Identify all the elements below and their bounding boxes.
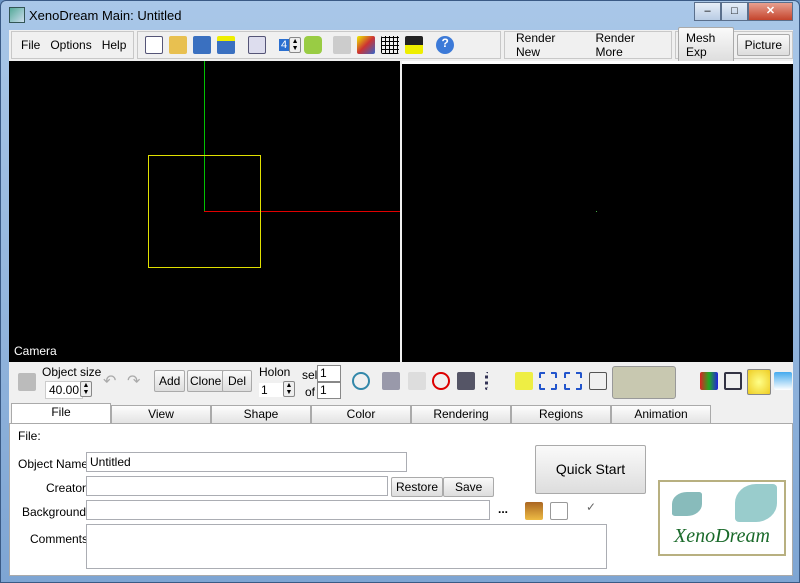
- object-size-spinner[interactable]: ▲ ▼: [80, 381, 92, 397]
- list-icon[interactable]: [485, 372, 503, 390]
- tab-bar: File View Shape Color Rendering Regions …: [9, 403, 793, 425]
- quick-start-button[interactable]: Quick Start: [535, 445, 646, 494]
- logo-text: XenoDream: [674, 525, 770, 547]
- unlink-icon[interactable]: [408, 372, 426, 390]
- menu-options[interactable]: Options: [50, 38, 91, 52]
- holon-spinner[interactable]: ▲ ▼: [283, 381, 295, 397]
- light-bulb-icon[interactable]: [747, 369, 771, 395]
- tab-animation[interactable]: Animation: [611, 405, 711, 424]
- comments-label: Comments: [30, 532, 89, 546]
- xenodream-logo: XenoDream: [658, 480, 786, 556]
- open-folder-icon[interactable]: [169, 36, 187, 54]
- close-button[interactable]: ✕: [748, 2, 793, 21]
- object-size-label: Object size: [42, 365, 102, 379]
- menu-file[interactable]: File: [21, 38, 40, 52]
- broom-icon[interactable]: [525, 502, 543, 520]
- tab-regions[interactable]: Regions: [511, 405, 611, 424]
- menu-help[interactable]: Help: [102, 38, 127, 52]
- comments-textarea[interactable]: [86, 524, 607, 569]
- camera-menu-icon[interactable]: [18, 373, 36, 391]
- checkmark-icon[interactable]: ✓: [586, 500, 596, 514]
- add-button[interactable]: Add: [154, 370, 186, 392]
- object-name-label: Object Name: [18, 457, 89, 471]
- tab-color[interactable]: Color: [311, 405, 411, 424]
- tab-rendering[interactable]: Rendering: [411, 405, 511, 424]
- delete-button[interactable]: Del: [222, 370, 253, 392]
- of-input[interactable]: 1: [317, 382, 341, 399]
- minimize-button[interactable]: ‒: [694, 2, 721, 21]
- holon-grid-panel[interactable]: [612, 366, 676, 399]
- mesh-export-button[interactable]: Mesh Exp: [678, 27, 734, 63]
- maximize-button[interactable]: □: [721, 2, 748, 21]
- palette-icon[interactable]: [405, 36, 424, 54]
- tab-shape[interactable]: Shape: [211, 405, 311, 424]
- copy-icon[interactable]: [248, 36, 266, 54]
- object-toolbar: Object size 40.00 ▲ ▼ ↶ ↷ Add Clone Del H…: [9, 363, 793, 401]
- show-toggle-icon[interactable]: [457, 372, 475, 390]
- select-icon[interactable]: [515, 372, 533, 390]
- render-more-button[interactable]: Render More: [588, 28, 667, 62]
- main-window: XenoDream Main: Untitled ‒ □ ✕ File Opti…: [0, 0, 800, 583]
- shapes-icon[interactable]: [357, 36, 376, 54]
- creator-input[interactable]: [86, 476, 388, 496]
- help-icon[interactable]: ?: [436, 36, 455, 54]
- background-image-icon[interactable]: [550, 502, 568, 520]
- object-size-input[interactable]: 40.00: [45, 381, 84, 399]
- redo-icon[interactable]: ↷: [127, 371, 140, 391]
- background-label: Background: [22, 505, 87, 519]
- render-viewport[interactable]: [402, 61, 793, 362]
- hand-tool-icon[interactable]: [304, 36, 323, 54]
- save-button[interactable]: Save: [443, 477, 495, 497]
- save-favorite-icon[interactable]: [217, 36, 235, 54]
- app-icon: [9, 7, 25, 23]
- tab-view[interactable]: View: [111, 405, 211, 424]
- eye-color-icon[interactable]: [700, 372, 718, 390]
- layer-spinner[interactable]: ▲ ▼: [289, 37, 302, 53]
- image-icon[interactable]: [774, 372, 792, 390]
- add-child-icon[interactable]: [564, 372, 582, 390]
- tab-file[interactable]: File: [11, 403, 111, 425]
- sel-input[interactable]: 1: [317, 365, 341, 382]
- object-box[interactable]: [148, 155, 261, 268]
- undo-icon[interactable]: ↶: [103, 371, 116, 391]
- restore-button[interactable]: Restore: [391, 477, 444, 497]
- main-toolbar: 4 ▲ ▼ ?: [137, 31, 501, 59]
- swap-icon[interactable]: [539, 372, 557, 390]
- file-heading: File:: [18, 429, 41, 443]
- sel-label: sel: [302, 368, 318, 382]
- holon-label: Holon: [259, 365, 291, 379]
- layer-spin-value[interactable]: 4: [279, 39, 290, 51]
- clone-button[interactable]: Clone: [187, 370, 225, 392]
- hide-icon[interactable]: [432, 372, 450, 390]
- render-toolbar: Render New Render More: [504, 31, 672, 59]
- object-name-input[interactable]: Untitled: [86, 452, 407, 472]
- camera-viewport[interactable]: Camera: [9, 61, 400, 362]
- link-icon[interactable]: [382, 372, 400, 390]
- remove-child-icon[interactable]: [589, 372, 607, 390]
- picture-button[interactable]: Picture: [736, 34, 790, 56]
- creator-label: Creator: [46, 481, 87, 495]
- of-label: of: [305, 385, 316, 399]
- zoom-icon[interactable]: [352, 372, 370, 390]
- render-dot: [596, 211, 597, 212]
- viewport-label: Camera: [14, 344, 57, 358]
- window-title: XenoDream Main: Untitled: [29, 8, 182, 23]
- new-file-icon[interactable]: [145, 36, 163, 54]
- file-panel: File: Object Name Untitled Creator Resto…: [9, 423, 793, 576]
- grid-icon[interactable]: [381, 36, 400, 54]
- axes-toggle-icon[interactable]: [333, 36, 352, 54]
- save-icon[interactable]: [193, 36, 211, 54]
- menu-bar: File Options Help: [11, 31, 134, 59]
- layers-icon[interactable]: [724, 372, 742, 390]
- browse-button[interactable]: ...: [498, 502, 508, 516]
- background-input[interactable]: [86, 500, 490, 520]
- render-new-button[interactable]: Render New: [509, 28, 584, 62]
- export-toolbar: Mesh Exp Picture: [675, 27, 793, 63]
